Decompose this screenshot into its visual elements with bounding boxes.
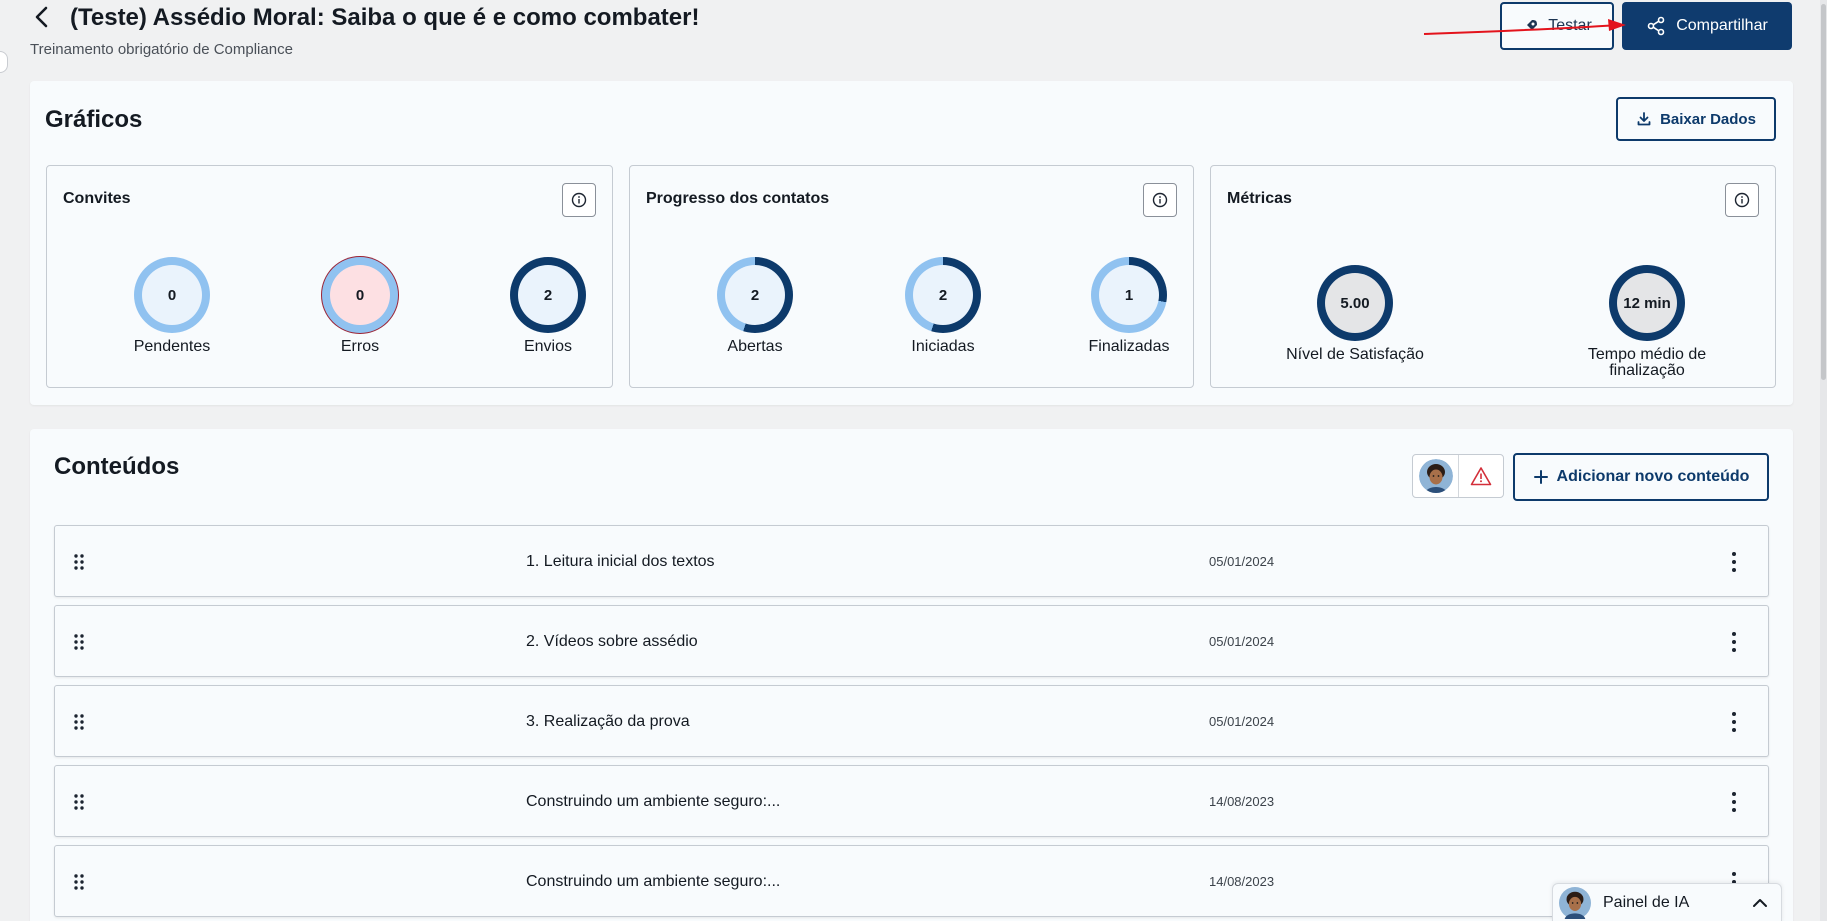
share-button[interactable]: Compartilhar — [1622, 2, 1792, 50]
info-icon — [1152, 192, 1168, 208]
download-icon — [1637, 112, 1651, 126]
iniciadas-label: Iniciadas — [911, 338, 975, 355]
content-row[interactable]: 3. Realização da prova 05/01/2024 — [54, 685, 1769, 757]
scrollbar-thumb[interactable] — [1821, 4, 1826, 380]
abertas-label: Abertas — [727, 338, 783, 355]
sidebar-toggle-handle[interactable] — [0, 51, 8, 73]
add-content-button[interactable]: Adicionar novo conteúdo — [1513, 453, 1769, 501]
kebab-menu-icon[interactable] — [1724, 628, 1744, 656]
content-row-title: Construindo um ambiente seguro:... — [526, 793, 781, 810]
content-row-title: 2. Vídeos sobre assédio — [526, 633, 698, 650]
content-row-date: 14/08/2023 — [1209, 874, 1275, 889]
finalizadas-ring: 1 — [1091, 257, 1167, 333]
pendentes-ring: 0 — [134, 257, 210, 333]
content-row[interactable]: 2. Vídeos sobre assédio 05/01/2024 — [54, 605, 1769, 677]
drag-handle-icon[interactable] — [73, 713, 85, 731]
share-icon — [1647, 16, 1665, 36]
rocket-icon — [1525, 20, 1538, 32]
kebab-menu-icon[interactable] — [1724, 708, 1744, 736]
graficos-title: Gráficos — [45, 106, 143, 133]
envios-ring: 2 — [510, 257, 586, 333]
page-subtitle: Treinamento obrigatório de Compliance — [30, 41, 293, 58]
content-row-date: 05/01/2024 — [1209, 554, 1275, 569]
finalizadas-label: Finalizadas — [1088, 338, 1170, 355]
envios-label: Envios — [523, 338, 573, 355]
drag-handle-icon[interactable] — [73, 633, 85, 651]
testar-button[interactable]: Testar — [1500, 2, 1614, 50]
info-icon — [1734, 192, 1750, 208]
ia-panel-toggle[interactable]: Painel de IA — [1552, 883, 1782, 921]
ia-panel-label: Painel de IA — [1603, 894, 1690, 911]
erros-label: Erros — [340, 338, 380, 355]
drag-handle-icon[interactable] — [73, 793, 85, 811]
add-content-label: Adicionar novo conteúdo — [1556, 468, 1750, 485]
convites-card: Convites 0 Pendentes 0 Erros 2 Envios — [46, 165, 613, 388]
satisfacao-ring: 5.00 — [1317, 265, 1393, 341]
content-row[interactable]: 1. Leitura inicial dos textos 05/01/2024 — [54, 525, 1769, 597]
metric-tempo-medio: 12 min Tempo médio de finalização — [1557, 265, 1737, 379]
kebab-menu-icon[interactable] — [1724, 548, 1744, 576]
content-row-title: 1. Leitura inicial dos textos — [526, 553, 715, 570]
download-data-button[interactable]: Baixar Dados — [1616, 97, 1776, 141]
convites-info-button[interactable] — [562, 183, 596, 217]
metricas-card: Métricas 5.00 Nível de Satisfação 12 min… — [1210, 165, 1776, 388]
metric-abertas: 2 Abertas — [680, 257, 830, 355]
progresso-info-button[interactable] — [1143, 183, 1177, 217]
metric-finalizadas: 1 Finalizadas — [1054, 257, 1204, 355]
abertas-ring: 2 — [717, 257, 793, 333]
info-icon — [571, 192, 587, 208]
warning-icon — [1470, 467, 1492, 486]
tempo-medio-ring: 12 min — [1609, 265, 1685, 341]
metricas-info-button[interactable] — [1725, 183, 1759, 217]
erros-value: 0 — [355, 286, 365, 304]
erros-ring: 0 — [322, 257, 398, 333]
envios-value: 2 — [543, 286, 553, 304]
testar-label: Testar — [1548, 17, 1592, 34]
progresso-title: Progresso dos contatos — [646, 190, 830, 207]
metric-erros: 0 Erros — [285, 257, 435, 355]
download-data-label: Baixar Dados — [1660, 110, 1756, 128]
metric-envios: 2 Envios — [473, 257, 623, 355]
iniciadas-value: 2 — [938, 286, 948, 304]
chevron-left-icon — [35, 6, 48, 28]
conteudos-title: Conteúdos — [54, 453, 180, 480]
share-label: Compartilhar — [1676, 17, 1768, 34]
kebab-menu-icon[interactable] — [1724, 788, 1744, 816]
metric-satisfacao: 5.00 Nível de Satisfação — [1275, 265, 1435, 363]
content-row[interactable]: Construindo um ambiente seguro:... 14/08/… — [54, 845, 1769, 917]
page-title: (Teste) Assédio Moral: Saiba o que é e c… — [70, 4, 700, 31]
metric-iniciadas: 2 Iniciadas — [868, 257, 1018, 355]
plus-icon — [1533, 470, 1548, 484]
pendentes-label: Pendentes — [133, 338, 211, 355]
content-row-title: Construindo um ambiente seguro:... — [526, 873, 781, 890]
convites-title: Convites — [63, 190, 131, 207]
iniciadas-ring: 2 — [905, 257, 981, 333]
content-row-date: 05/01/2024 — [1209, 714, 1275, 729]
metric-pendentes: 0 Pendentes — [97, 257, 247, 355]
progresso-card: Progresso dos contatos 2 Abertas 2 Inici… — [629, 165, 1194, 388]
finalizadas-value: 1 — [1124, 286, 1134, 304]
drag-handle-icon[interactable] — [73, 873, 85, 891]
pendentes-value: 0 — [167, 286, 177, 304]
back-button[interactable] — [28, 2, 56, 32]
satisfacao-value: 5.00 — [1340, 294, 1370, 312]
content-row[interactable]: Construindo um ambiente seguro:... 14/08/… — [54, 765, 1769, 837]
content-row-title: 3. Realização da prova — [526, 713, 690, 730]
avatar — [1559, 887, 1591, 919]
avatar-alert-group[interactable] — [1412, 454, 1504, 498]
drag-handle-icon[interactable] — [73, 553, 85, 571]
content-row-date: 14/08/2023 — [1209, 794, 1275, 809]
satisfacao-label: Nível de Satisfação — [1286, 346, 1424, 363]
tempo-medio-value: 12 min — [1623, 294, 1671, 312]
avatar — [1418, 459, 1453, 493]
metricas-title: Métricas — [1227, 190, 1292, 207]
tempo-medio-label: Tempo médio de finalização — [1587, 346, 1707, 379]
chevron-up-icon — [1753, 899, 1767, 907]
abertas-value: 2 — [750, 286, 760, 304]
content-row-date: 05/01/2024 — [1209, 634, 1275, 649]
